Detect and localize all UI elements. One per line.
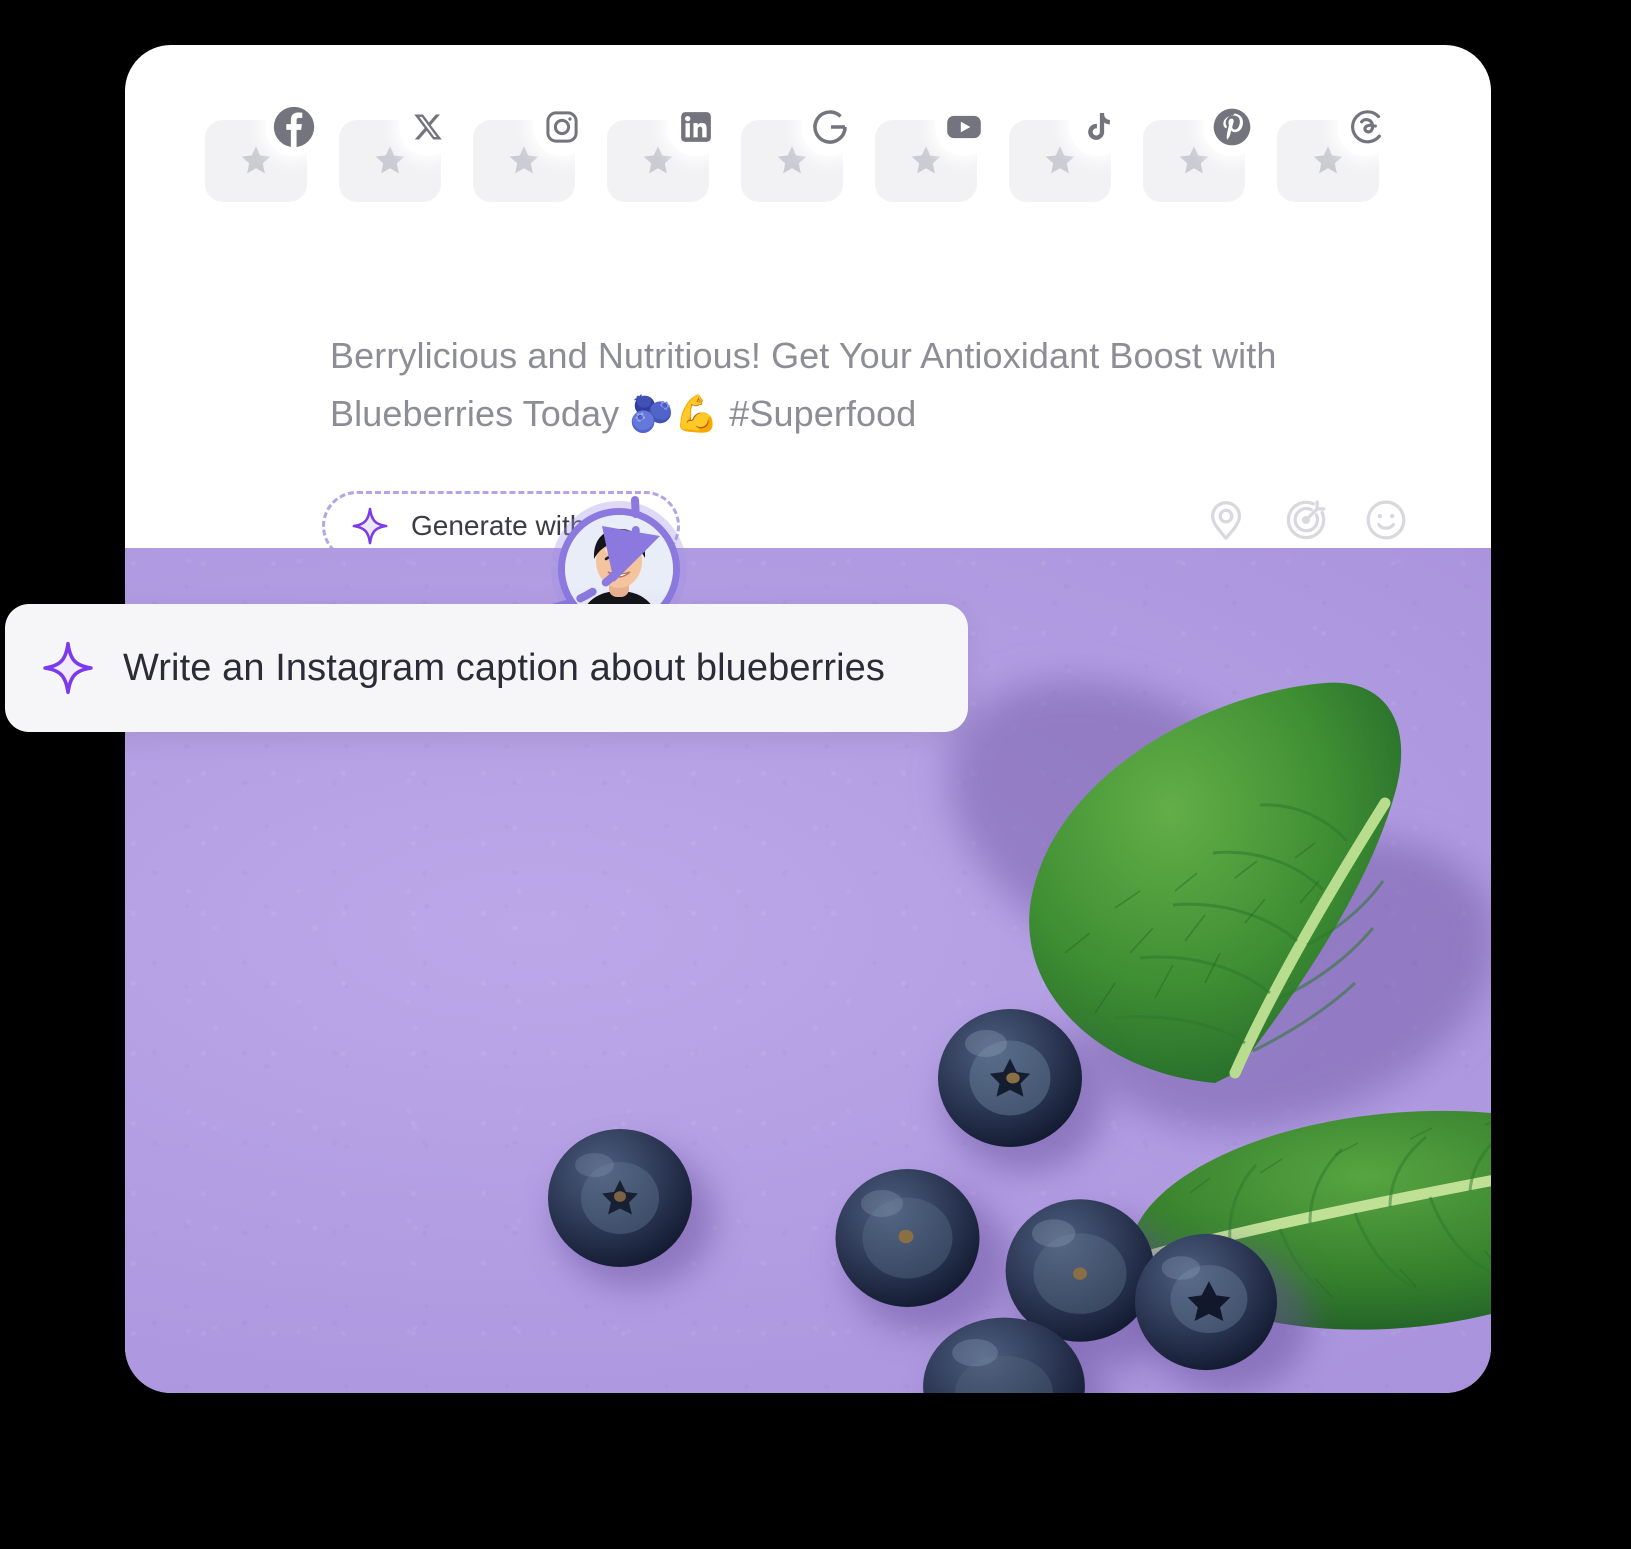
social-tile-google[interactable] — [741, 98, 859, 202]
youtube-icon — [935, 98, 993, 156]
social-tile-tiktok[interactable] — [1009, 98, 1127, 202]
star-icon — [1045, 146, 1075, 174]
sparkle-icon — [352, 507, 388, 545]
location-pin-icon[interactable] — [1203, 497, 1249, 543]
smiley-icon[interactable] — [1363, 497, 1409, 543]
cursor-arrow — [548, 496, 660, 612]
facebook-icon — [265, 98, 323, 156]
social-tile-linkedin[interactable] — [607, 98, 725, 202]
blueberry-icon — [1134, 1233, 1278, 1371]
social-tile-instagram[interactable] — [473, 98, 591, 202]
social-tile-x[interactable] — [339, 98, 457, 202]
sparkle-icon — [43, 641, 93, 695]
star-icon — [643, 146, 673, 174]
blueberry-icon — [548, 1129, 692, 1267]
composer-toolbar — [1203, 497, 1409, 543]
target-icon[interactable] — [1283, 497, 1329, 543]
post-caption-text[interactable]: Berrylicious and Nutritious! Get Your An… — [330, 327, 1340, 443]
pinterest-icon — [1203, 98, 1261, 156]
social-tile-pinterest[interactable] — [1143, 98, 1261, 202]
social-tile-threads[interactable] — [1277, 98, 1395, 202]
google-icon — [801, 98, 859, 156]
star-icon — [241, 146, 271, 174]
star-icon — [1179, 146, 1209, 174]
screenshot-root: Berrylicious and Nutritious! Get Your An… — [0, 0, 1631, 1549]
star-icon — [375, 146, 405, 174]
ai-prompt-text: Write an Instagram caption about blueber… — [123, 646, 886, 689]
social-tile-facebook[interactable] — [205, 98, 323, 202]
blueberry-icon — [835, 1169, 980, 1307]
star-icon — [509, 146, 539, 174]
social-network-selector — [205, 98, 1395, 202]
star-icon — [1313, 146, 1343, 174]
instagram-icon — [533, 98, 591, 156]
x-icon — [399, 98, 457, 156]
threads-icon — [1337, 98, 1395, 156]
tiktok-icon — [1069, 98, 1127, 156]
star-icon — [911, 146, 941, 174]
ai-prompt-bubble[interactable]: Write an Instagram caption about blueber… — [5, 604, 968, 732]
star-icon — [777, 146, 807, 174]
blueberry-icon — [938, 1009, 1082, 1147]
social-tile-youtube[interactable] — [875, 98, 993, 202]
linkedin-icon — [667, 98, 725, 156]
